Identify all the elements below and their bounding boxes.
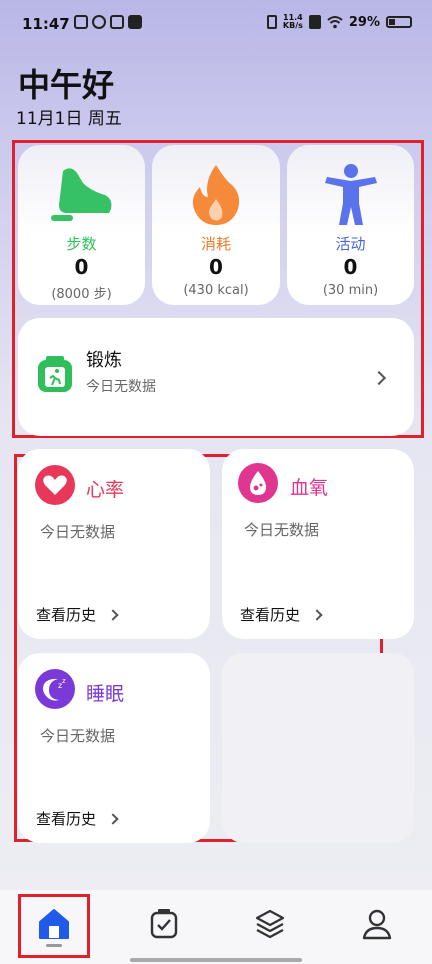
status-right: 11.4 KB/s 29%: [266, 14, 412, 30]
profile-icon: [362, 909, 392, 940]
empty-card: [222, 653, 414, 843]
exercise-subtitle: 今日无数据: [86, 379, 156, 395]
battery-percent: 29%: [348, 14, 380, 30]
status-time: 11:47: [22, 15, 70, 33]
battery-icon: [386, 16, 412, 28]
heart-rate-history-link[interactable]: 查看历史: [36, 604, 119, 625]
chevron-right-icon: [311, 609, 323, 621]
greeting-title: 中午好: [18, 66, 115, 104]
calories-value: 0: [209, 255, 223, 279]
steps-target: (8000 步): [51, 287, 112, 302]
status-bar: 11:47 11.4 KB/s 29%: [0, 0, 432, 40]
activity-label: 活动: [335, 235, 366, 253]
layers-icon: [255, 909, 285, 939]
sim-icon: [308, 15, 321, 29]
svg-text:z: z: [62, 677, 66, 685]
nav-profile[interactable]: [357, 904, 397, 944]
blood-oxygen-card[interactable]: 血氧 今日无数据 查看历史: [222, 449, 414, 639]
notification-icons: [74, 15, 142, 29]
exercise-title: 锻炼: [86, 350, 122, 371]
highlight-box-nav: [18, 894, 90, 958]
shoe-icon: [50, 168, 111, 221]
history-label: 查看历史: [36, 810, 97, 828]
chevron-right-icon: [371, 370, 387, 386]
heart-rate-subtitle: 今日无数据: [40, 523, 116, 541]
chevron-right-icon: [107, 813, 119, 825]
tiktok-icon: [128, 15, 142, 29]
notification-app-icon: [92, 15, 106, 29]
vibrate-icon: [266, 15, 277, 29]
steps-label: 步数: [66, 235, 97, 253]
history-label: 查看历史: [240, 606, 301, 624]
activity-card[interactable]: 活动 0 (30 min): [287, 145, 414, 305]
blood-oxygen-title: 血氧: [290, 477, 329, 499]
exercise-icon: [38, 356, 72, 392]
sleep-subtitle: 今日无数据: [40, 727, 116, 745]
notification-app-icon: [74, 15, 88, 29]
blood-oxygen-subtitle: 今日无数据: [244, 521, 320, 539]
exercise-card[interactable]: 锻炼 今日无数据: [18, 318, 414, 436]
blood-drop-icon: [238, 463, 278, 503]
blood-oxygen-history-link[interactable]: 查看历史: [240, 604, 323, 625]
heart-rate-title: 心率: [86, 479, 125, 501]
calories-label: 消耗: [200, 235, 231, 253]
steps-value: 0: [74, 255, 89, 279]
bottom-nav: [0, 890, 432, 964]
history-label: 查看历史: [36, 606, 97, 624]
wifi-icon: [327, 16, 343, 29]
sleep-title: 睡眠: [86, 683, 125, 705]
calories-target: (430 kcal): [183, 283, 249, 298]
chevron-right-icon: [107, 609, 119, 621]
nav-discover[interactable]: [250, 904, 290, 944]
net-speed: 11.4 KB/s: [283, 14, 303, 30]
activity-target: (30 min): [322, 283, 379, 298]
active-indicator: [46, 944, 62, 947]
notification-app-icon: [110, 15, 124, 29]
watch-icon: [150, 909, 178, 939]
nav-devices[interactable]: [144, 904, 184, 944]
heart-icon: [35, 465, 75, 505]
sleep-moon-icon: z z: [35, 669, 75, 709]
date-label: 11月1日 周五: [16, 109, 122, 129]
calories-card[interactable]: 消耗 0 (430 kcal): [152, 145, 280, 305]
gesture-bar[interactable]: [130, 958, 302, 962]
flame-icon: [192, 165, 240, 225]
steps-card[interactable]: 步数 0 (8000 步): [18, 145, 145, 305]
sleep-history-link[interactable]: 查看历史: [36, 808, 119, 829]
activity-value: 0: [343, 255, 358, 279]
sleep-card[interactable]: z z 睡眠 今日无数据 查看历史: [18, 653, 210, 843]
net-speed-unit: KB/s: [282, 21, 303, 30]
heart-rate-card[interactable]: 心率 今日无数据 查看历史: [18, 449, 210, 639]
person-icon: [324, 164, 377, 225]
